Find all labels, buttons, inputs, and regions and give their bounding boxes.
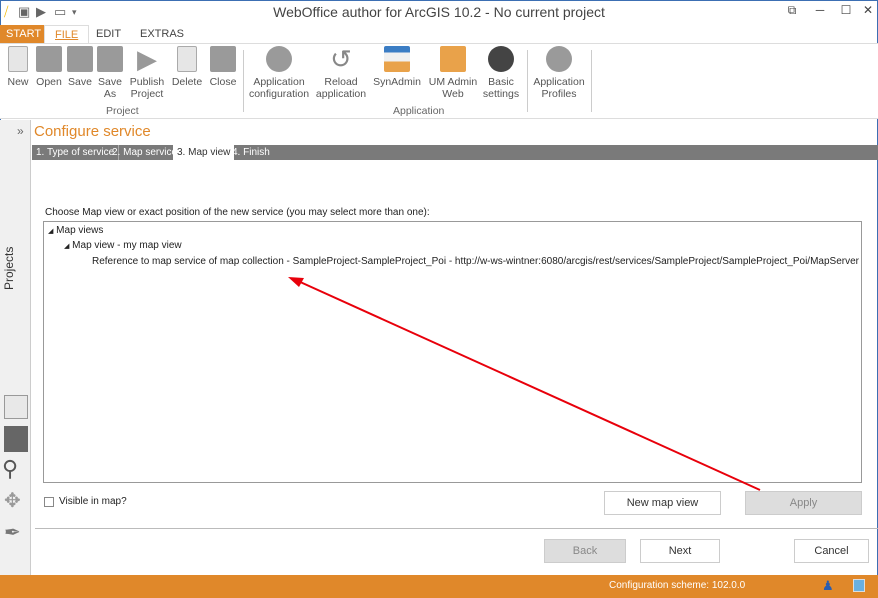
annotation-arrow xyxy=(0,0,878,598)
connection-icon[interactable] xyxy=(853,579,865,592)
configuration-scheme-status: Configuration scheme: 102.0.0 xyxy=(609,580,745,591)
status-bar xyxy=(0,575,878,598)
user-icon[interactable]: ♟ xyxy=(822,578,834,594)
